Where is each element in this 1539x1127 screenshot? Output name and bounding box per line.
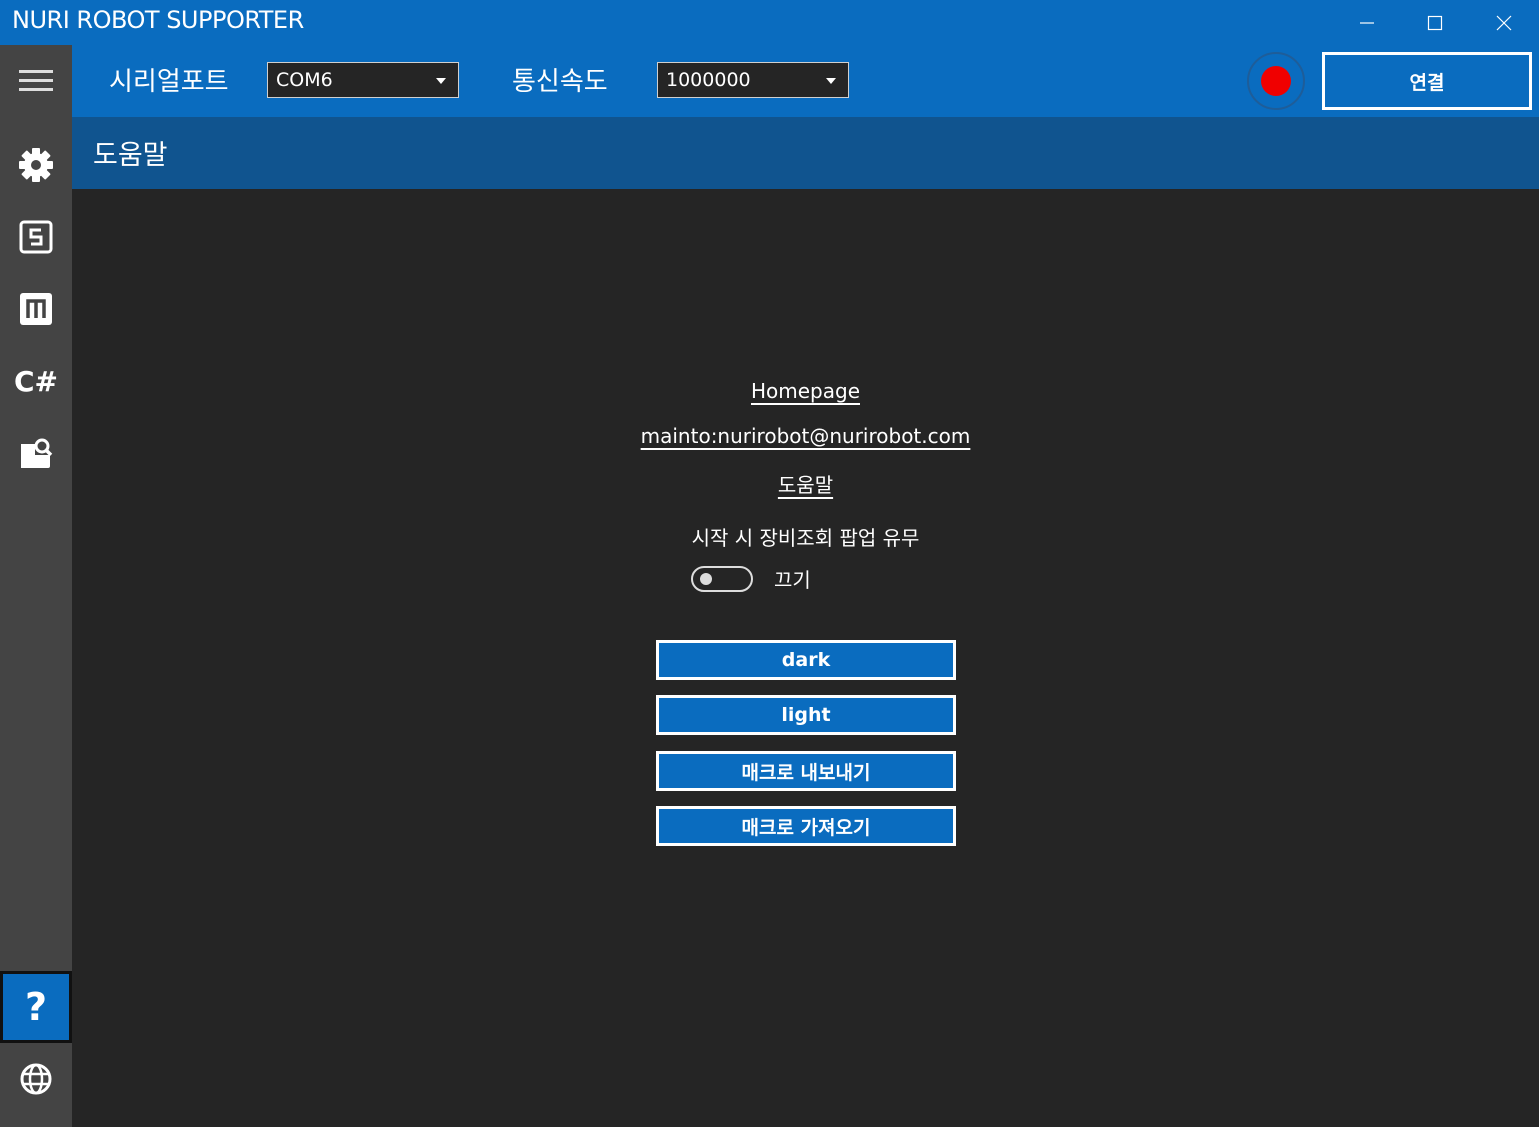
sidebar-item-s[interactable] bbox=[0, 201, 72, 273]
dark-theme-button[interactable]: dark bbox=[656, 640, 956, 680]
sidebar-item-help[interactable]: ? bbox=[0, 971, 72, 1043]
chevron-down-icon bbox=[436, 78, 446, 84]
s-box-icon bbox=[19, 220, 53, 254]
record-indicator-icon bbox=[1261, 66, 1291, 96]
page-header: 도움말 bbox=[72, 117, 1539, 189]
import-macro-button[interactable]: 매크로 가져오기 bbox=[656, 806, 956, 846]
startup-popup-state: 끄기 bbox=[774, 568, 811, 592]
gear-icon bbox=[19, 148, 53, 182]
sidebar-item-csharp[interactable]: C# bbox=[0, 345, 72, 417]
baud-rate-value: 1000000 bbox=[666, 69, 751, 91]
chevron-down-icon bbox=[826, 78, 836, 84]
close-icon bbox=[1496, 15, 1512, 30]
maximize-icon bbox=[1427, 15, 1443, 30]
light-theme-button[interactable]: light bbox=[656, 695, 956, 735]
globe-icon bbox=[20, 1063, 52, 1095]
email-link[interactable]: mainto:nurirobot@nurirobot.com bbox=[641, 424, 971, 448]
m-box-icon bbox=[20, 293, 52, 325]
menu-icon bbox=[19, 70, 53, 91]
close-button[interactable] bbox=[1470, 0, 1538, 45]
serial-port-value: COM6 bbox=[276, 69, 333, 91]
serial-port-select[interactable]: COM6 bbox=[267, 62, 459, 98]
startup-popup-label: 시작 시 장비조회 팝업 유무 bbox=[691, 526, 920, 550]
serial-port-label: 시리얼포트 bbox=[109, 67, 229, 97]
baud-rate-label: 통신속도 bbox=[512, 67, 608, 97]
minimize-button[interactable] bbox=[1333, 0, 1401, 45]
app-title: NURI ROBOT SUPPORTER bbox=[12, 6, 304, 34]
minimize-icon bbox=[1360, 21, 1374, 24]
email-link-row: mainto:nurirobot@nurirobot.com bbox=[72, 424, 1539, 448]
sidebar: C# ? bbox=[0, 45, 72, 1127]
document-search-icon bbox=[21, 438, 53, 468]
homepage-link[interactable]: Homepage bbox=[751, 379, 860, 403]
help-link[interactable]: 도움말 bbox=[778, 473, 833, 497]
help-link-row: 도움말 bbox=[72, 469, 1539, 498]
record-button[interactable] bbox=[1247, 52, 1305, 110]
baud-rate-select[interactable]: 1000000 bbox=[657, 62, 849, 98]
connect-button[interactable]: 연결 bbox=[1322, 52, 1532, 110]
sidebar-item-language[interactable] bbox=[0, 1043, 72, 1115]
startup-popup-toggle[interactable] bbox=[691, 566, 753, 592]
export-macro-button[interactable]: 매크로 내보내기 bbox=[656, 751, 956, 791]
sidebar-menu-button[interactable] bbox=[0, 45, 72, 117]
toggle-knob bbox=[700, 573, 712, 585]
connection-toolbar: 시리얼포트 COM6 통신속도 1000000 연결 bbox=[72, 45, 1539, 117]
sidebar-item-m[interactable] bbox=[0, 273, 72, 345]
sidebar-item-settings[interactable] bbox=[0, 129, 72, 201]
help-icon: ? bbox=[24, 985, 48, 1029]
title-bar: NURI ROBOT SUPPORTER bbox=[0, 0, 1539, 45]
sidebar-item-document-search[interactable] bbox=[0, 417, 72, 489]
csharp-icon: C# bbox=[13, 364, 58, 398]
help-content: Homepage mainto:nurirobot@nurirobot.com … bbox=[72, 189, 1539, 1127]
page-title: 도움말 bbox=[93, 140, 168, 171]
homepage-link-row: Homepage bbox=[72, 379, 1539, 403]
maximize-button[interactable] bbox=[1401, 0, 1469, 45]
